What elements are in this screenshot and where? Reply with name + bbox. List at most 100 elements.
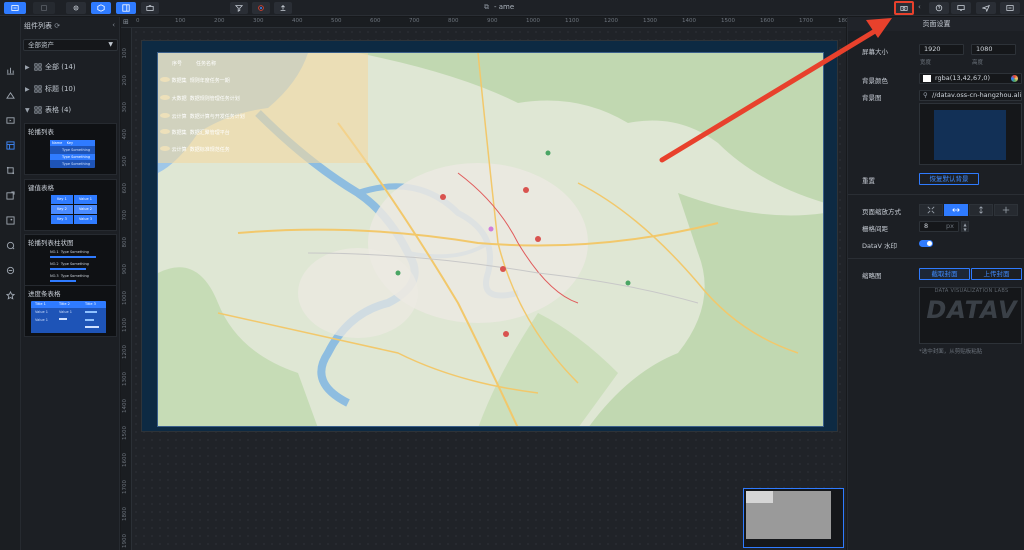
settings-button[interactable] (66, 2, 86, 14)
sync-button[interactable] (252, 2, 270, 14)
height-sublabel: 高度 (972, 60, 984, 66)
doc-title: - ame (494, 3, 515, 11)
send-button[interactable] (976, 2, 996, 14)
grid-spacing-input[interactable]: 8 px (919, 221, 959, 232)
map-component[interactable]: 序号 任务名称 数据集 规则年度任务一期 大数据 数据规则管理任务计划 云计算 … (157, 52, 824, 427)
watermark-toggle[interactable] (919, 240, 933, 247)
rail-other-icon[interactable] (5, 240, 16, 251)
rail-chart-icon[interactable] (5, 65, 16, 76)
height-input[interactable]: 1080 (971, 44, 1016, 55)
doc-title-icon: ⧉ (484, 3, 489, 11)
color-swatch[interactable] (923, 75, 931, 82)
collapse-panel-icon[interactable]: ‹ (112, 21, 115, 29)
fit-height-icon (979, 206, 983, 214)
bg-color-input[interactable]: rgba(13,42,67,0) (919, 73, 1022, 84)
card-thumbnail: Key 1 Value 1 Key 2 Value 2 Key 3 Value … (51, 195, 97, 225)
grid-icon (34, 85, 42, 93)
ruler-tick-label: 400 (122, 129, 128, 140)
canvas-minimap[interactable] (743, 488, 844, 548)
screen-icon (1006, 5, 1014, 11)
scale-mode-label: 页面缩放方式 (862, 208, 901, 216)
ruler-tick-label: 1300 (122, 372, 128, 386)
group-title[interactable]: ▶ 标题 (10) (25, 82, 76, 96)
upload-icon (280, 5, 286, 11)
ruler-tick-label: 1000 (122, 291, 128, 305)
chevron-left-icon[interactable]: ‹ (918, 3, 921, 11)
ruler-tick-label: 1600 (122, 453, 128, 467)
screen-size-label: 屏幕大小 (862, 48, 888, 56)
vertical-ruler: 100 200 300 400 500 600 700 800 900 1000 1100 1200 1… (121, 28, 132, 550)
grid-spacing-stepper[interactable]: ▲ ▼ (961, 221, 969, 232)
ruler-tick-label: 300 (253, 18, 264, 24)
chevron-down-icon: ▼ (108, 41, 113, 48)
layer-panel-toggle-button[interactable] (4, 2, 26, 14)
ruler-tick-label: 1800 (122, 507, 128, 521)
rail-material-icon[interactable] (5, 215, 16, 226)
bg-color-label: 背景颜色 (862, 77, 888, 85)
asset-filter-select[interactable]: 全部资产 ▼ (23, 39, 118, 51)
reset-background-button[interactable]: 恢复默认背景 (919, 173, 979, 185)
layers-icon (11, 5, 19, 11)
component-card-carousel-list[interactable]: 轮播列表 Name Key Type Something Type Someth… (24, 123, 117, 175)
rail-favorite-icon[interactable] (5, 290, 16, 301)
card-title: 轮播列表柱状图 (28, 239, 74, 247)
help-button[interactable] (929, 2, 949, 14)
snapshot-button[interactable] (894, 1, 914, 15)
ruler-tick-label: 200 (122, 75, 128, 86)
scale-mode-full-button[interactable] (994, 204, 1018, 216)
palette-icon[interactable] (1011, 75, 1018, 82)
ruler-corner-icon[interactable]: ⊞ (123, 18, 129, 26)
rail-more-icon[interactable] (5, 265, 16, 276)
bg-image-url-input[interactable]: ⚲ //datav.oss-cn-hangzhou.aliyu (919, 90, 1022, 101)
ruler-tick-label: 1300 (643, 18, 657, 24)
publish-button[interactable] (274, 2, 292, 14)
ruler-tick-label: 1500 (122, 426, 128, 440)
ruler-tick-label: 1900 (122, 534, 128, 548)
rail-table-icon[interactable] (5, 140, 16, 151)
right-panel-toggle-button[interactable] (116, 2, 136, 14)
ruler-tick-label: 1600 (760, 18, 774, 24)
component-card-key-value-table[interactable]: 键值表格 Key 1 Value 1 Key 2 Value 2 Key 3 V… (24, 179, 117, 231)
grid-icon (34, 106, 42, 114)
rail-text-icon[interactable] (5, 190, 16, 201)
component-card-progress-table[interactable]: 进度条表格 Title 1 Title 2 Title 3 Value 1 Va… (24, 285, 117, 337)
scale-mode-width-button[interactable] (944, 204, 968, 216)
ruler-tick-label: 400 (292, 18, 303, 24)
cover-thumbnail[interactable]: DATA VISUALIZATION LABS DATAV (919, 287, 1022, 344)
group-table[interactable]: ▼ 表格 (4) (25, 103, 71, 117)
filter-button[interactable] (230, 2, 248, 14)
ruler-tick-label: 1700 (799, 18, 813, 24)
refresh-icon[interactable]: ⟳ (54, 22, 60, 30)
card-title: 键值表格 (28, 184, 54, 192)
preview-button[interactable] (951, 2, 971, 14)
chevron-down-icon: ▼ (25, 106, 30, 114)
minimap-viewport[interactable] (746, 491, 773, 503)
component-panel-title: 组件列表 ⟳ (24, 22, 61, 30)
scale-mode-height-button[interactable] (969, 204, 993, 216)
component-panel-toggle-button[interactable] (91, 2, 111, 14)
watermark-label: DataV 水印 (862, 242, 898, 250)
filter-icon (235, 5, 243, 12)
datav-logo: DATAV (926, 296, 1018, 324)
rail-interaction-icon[interactable] (5, 165, 16, 176)
rail-media-icon[interactable] (5, 115, 16, 126)
toolbox-button[interactable] (141, 2, 159, 14)
rail-map-icon[interactable] (5, 90, 16, 101)
question-icon (935, 4, 943, 12)
group-all[interactable]: ▶ 全部 (14) (25, 60, 76, 74)
fullscreen-button[interactable] (1000, 2, 1020, 14)
width-input[interactable]: 1920 (919, 44, 964, 55)
briefcase-icon (146, 5, 154, 11)
thumbnail-caption: DATA VISUALIZATION LABS (934, 288, 1009, 294)
paper-plane-icon (982, 4, 990, 12)
ruler-tick-label: 0 (136, 18, 140, 24)
ruler-tick-label: 1400 (682, 18, 696, 24)
scale-mode-fit-button[interactable] (919, 204, 943, 216)
ruler-tick-label: 900 (122, 264, 128, 275)
edit-button[interactable] (33, 2, 55, 14)
card-thumbnail: Name Key Type Something Type Something T… (50, 140, 95, 168)
capture-cover-button[interactable]: 截取封面 (919, 268, 970, 280)
upload-cover-button[interactable]: 上传封面 (971, 268, 1022, 280)
card-title: 轮播列表 (28, 128, 54, 136)
bg-image-preview[interactable] (919, 103, 1022, 165)
